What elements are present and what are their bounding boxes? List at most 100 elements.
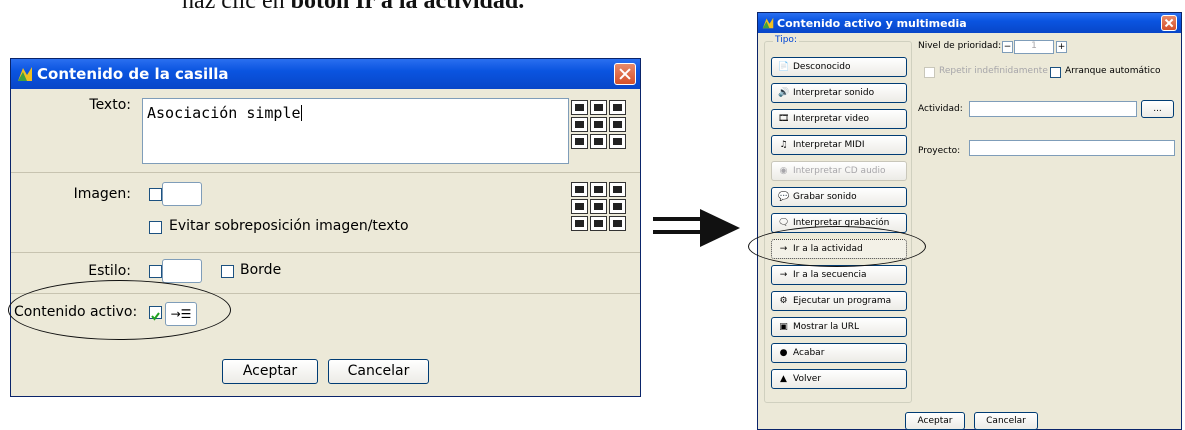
img-align-top-left-icon[interactable] xyxy=(571,182,588,197)
type-button-label: Grabar sonido xyxy=(793,192,857,202)
align-top-icon[interactable] xyxy=(590,100,607,115)
document-text: haz clic en botón Ir a la actividad. xyxy=(182,0,524,15)
doc-line-bold: botón Ir a la actividad. xyxy=(290,0,525,14)
accept-button[interactable]: Aceptar xyxy=(222,359,318,384)
cancel-button[interactable]: Cancelar xyxy=(974,412,1038,430)
text-alignment-grid[interactable] xyxy=(571,100,626,149)
img-align-bottom-icon[interactable] xyxy=(590,216,607,231)
border-checkbox[interactable] xyxy=(221,265,234,278)
text-input[interactable]: Asociación simple xyxy=(142,98,569,164)
type-button-label: Interpretar sonido xyxy=(793,88,875,98)
repeat-label: Repetir indefinidamente xyxy=(939,66,1048,76)
avoid-overlap-checkbox[interactable] xyxy=(149,221,162,234)
type-button-icon: ▣ xyxy=(779,321,788,332)
type-button-label: Interpretar video xyxy=(793,114,870,124)
img-align-right-icon[interactable] xyxy=(609,199,626,214)
autostart-label: Arranque automático xyxy=(1065,66,1161,76)
text-section: Texto: Asociación simple xyxy=(11,89,640,173)
project-input[interactable] xyxy=(969,140,1175,156)
type-button-label: Acabar xyxy=(793,348,825,358)
close-icon[interactable] xyxy=(1161,15,1177,31)
close-icon[interactable] xyxy=(614,63,636,85)
type-button-label: Volver xyxy=(793,374,822,384)
cell-content-dialog: Contenido de la casilla Texto: Asociació… xyxy=(10,58,641,397)
style-label: Estilo: xyxy=(88,263,131,279)
style-selector[interactable] xyxy=(162,259,202,283)
title-bar: Contenido activo y multimedia xyxy=(758,13,1181,33)
type-button-icon: 🎞 xyxy=(778,113,790,124)
repeat-checkbox[interactable] xyxy=(924,67,935,78)
type-button[interactable]: ◉ Interpretar CD audio xyxy=(771,161,907,181)
type-button[interactable]: ▲ Volver xyxy=(771,369,907,389)
type-button-icon: 🗨 xyxy=(778,217,790,228)
priority-decrease-button[interactable]: − xyxy=(1002,41,1013,53)
img-align-bottom-right-icon[interactable] xyxy=(609,216,626,231)
image-alignment-grid[interactable] xyxy=(571,182,626,231)
type-fieldset: Tipo: 📄 Desconocido 🔊 Interpretar sonido 🎞 In… xyxy=(764,35,912,403)
align-bottom-right-icon[interactable] xyxy=(609,134,626,149)
app-icon xyxy=(18,67,32,81)
image-section: Imagen: Evitar sobreposición imagen/text… xyxy=(11,172,640,253)
type-button-label: Interpretar MIDI xyxy=(793,140,865,150)
browse-button[interactable]: ... xyxy=(1141,100,1174,118)
title-bar: Contenido de la casilla xyxy=(11,59,640,89)
img-align-left-icon[interactable] xyxy=(571,199,588,214)
type-button-icon: ⚙ xyxy=(779,295,788,306)
type-button-icon: 💬 xyxy=(778,191,790,202)
img-align-top-icon[interactable] xyxy=(590,182,607,197)
img-align-center-icon[interactable] xyxy=(590,199,607,214)
type-button-label: Desconocido xyxy=(793,62,851,72)
priority-increase-button[interactable]: + xyxy=(1056,41,1067,53)
type-button[interactable]: 🎞 Interpretar video xyxy=(771,109,907,129)
highlight-ellipse-left xyxy=(8,280,231,340)
image-label: Imagen: xyxy=(73,186,131,202)
app-icon xyxy=(762,17,774,29)
cancel-button[interactable]: Cancelar xyxy=(328,359,429,384)
project-label: Proyecto: xyxy=(918,146,961,156)
border-label: Borde xyxy=(240,262,282,278)
type-button-label: Ir a la secuencia xyxy=(793,270,867,280)
priority-input[interactable]: 1 xyxy=(1014,40,1054,54)
type-button-icon: ▲ xyxy=(780,373,787,384)
dialog-title: Contenido de la casilla xyxy=(37,65,229,83)
type-button-icon: 📄 xyxy=(778,61,790,72)
align-bottom-left-icon[interactable] xyxy=(571,134,588,149)
text-value: Asociación simple xyxy=(147,104,301,122)
type-button-icon: 🔊 xyxy=(778,87,790,98)
align-right-icon[interactable] xyxy=(609,117,626,132)
activity-input[interactable] xyxy=(969,101,1137,117)
active-content-dialog: Contenido activo y multimedia Tipo: 📄 Des… xyxy=(757,12,1182,430)
type-button[interactable]: 🔊 Interpretar sonido xyxy=(771,83,907,103)
align-left-icon[interactable] xyxy=(571,117,588,132)
arrow-bar-top xyxy=(653,217,707,221)
type-button[interactable]: 💬 Grabar sonido xyxy=(771,187,907,207)
image-selector[interactable] xyxy=(162,182,202,206)
text-caret xyxy=(300,105,302,121)
type-button[interactable]: ● Acabar xyxy=(771,343,907,363)
align-top-left-icon[interactable] xyxy=(571,100,588,115)
align-center-icon[interactable] xyxy=(590,117,607,132)
activity-label: Actividad: xyxy=(918,104,963,114)
type-button[interactable]: 📄 Desconocido xyxy=(771,57,907,77)
type-button[interactable]: ♫ Interpretar MIDI xyxy=(771,135,907,155)
text-label: Texto: xyxy=(89,97,131,113)
type-button[interactable]: ⚙ Ejecutar un programa xyxy=(771,291,907,311)
type-button[interactable]: ▣ Mostrar la URL xyxy=(771,317,907,337)
align-bottom-icon[interactable] xyxy=(590,134,607,149)
accept-button[interactable]: Aceptar xyxy=(905,412,965,430)
dialog-title: Contenido activo y multimedia xyxy=(777,16,967,30)
image-checkbox[interactable] xyxy=(149,188,162,201)
doc-line-prefix: haz clic en xyxy=(182,0,291,14)
type-button-icon: → xyxy=(779,269,788,280)
type-button-label: Mostrar la URL xyxy=(793,322,859,332)
type-button-label: Interpretar CD audio xyxy=(793,166,886,176)
priority-label: Nivel de prioridad: xyxy=(918,41,1002,51)
arrow-bar-bottom xyxy=(653,230,707,234)
type-button-label: Ejecutar un programa xyxy=(793,296,892,306)
style-checkbox[interactable] xyxy=(149,265,162,278)
type-button[interactable]: → Ir a la secuencia xyxy=(771,265,907,285)
autostart-checkbox[interactable] xyxy=(1050,67,1061,78)
align-top-right-icon[interactable] xyxy=(609,100,626,115)
img-align-top-right-icon[interactable] xyxy=(609,182,626,197)
img-align-bottom-left-icon[interactable] xyxy=(571,216,588,231)
